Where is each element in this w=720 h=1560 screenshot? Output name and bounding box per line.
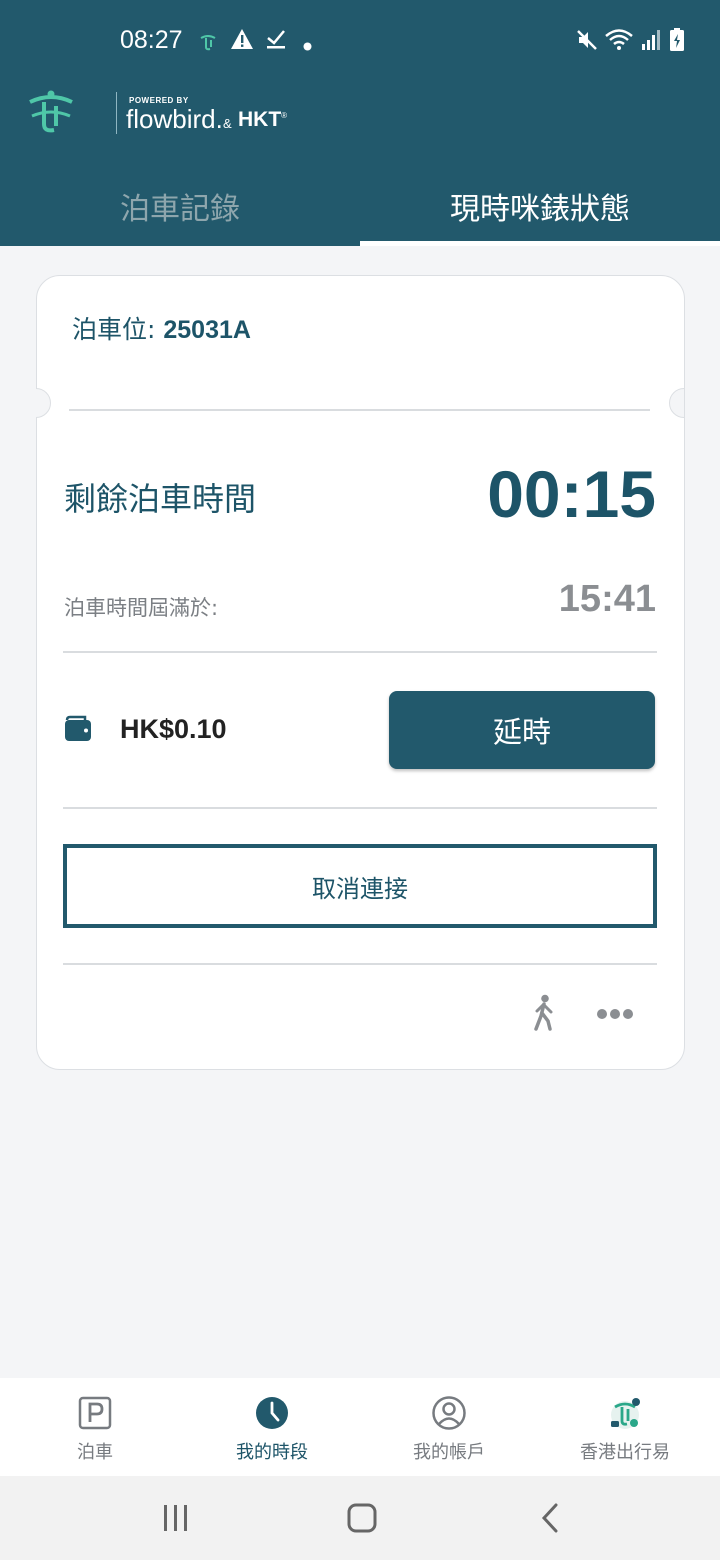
nav-label-parking: 泊車 bbox=[77, 1442, 113, 1463]
flowbird-emblem-icon bbox=[26, 90, 76, 140]
brand-divider bbox=[116, 92, 117, 134]
warning-icon bbox=[230, 28, 254, 54]
wifi-icon bbox=[604, 28, 634, 56]
brand-amp: & bbox=[223, 116, 232, 131]
card-divider bbox=[69, 409, 650, 411]
card-divider bbox=[63, 651, 657, 653]
app-notification-icon bbox=[198, 32, 218, 56]
walk-icon[interactable] bbox=[530, 994, 558, 1036]
brand-logo: POWERED BY flowbird. & HKT® bbox=[26, 90, 326, 140]
nav-item-hk-mobility[interactable]: 香港出行易 bbox=[535, 1378, 715, 1476]
active-tab-indicator bbox=[360, 241, 720, 246]
system-navigation-bar bbox=[0, 1476, 720, 1560]
bottom-navigation: 泊車 我的時段 我的帳戶 香港出行易 bbox=[0, 1378, 720, 1476]
parking-spot-label: 泊車位: bbox=[72, 315, 164, 344]
disconnect-button[interactable]: 取消連接 bbox=[63, 844, 657, 928]
download-done-icon bbox=[265, 28, 287, 54]
mute-icon bbox=[575, 28, 599, 56]
nav-label-my-account: 我的帳戶 bbox=[413, 1442, 485, 1463]
app-header: 08:27 POWERED BY flowbird. & HKT® 泊車記錄 現… bbox=[0, 0, 720, 246]
expiry-time-label: 泊車時間屆滿於: bbox=[64, 596, 219, 620]
remaining-time-label: 剩餘泊車時間 bbox=[64, 480, 257, 518]
tab-parking-history[interactable]: 泊車記錄 bbox=[0, 166, 360, 246]
tab-current-meter-status[interactable]: 現時咪錶狀態 bbox=[360, 166, 720, 246]
parking-spot-value: 25031A bbox=[163, 316, 251, 344]
parking-spot: 泊車位: 25031A bbox=[72, 310, 251, 346]
tab-bar: 泊車記錄 現時咪錶狀態 bbox=[0, 166, 720, 246]
home-icon[interactable] bbox=[347, 1503, 377, 1537]
expiry-time-value: 15:41 bbox=[558, 578, 656, 620]
wallet-icon bbox=[64, 714, 92, 746]
remaining-time-value: 00:15 bbox=[487, 457, 656, 531]
status-time: 08:27 bbox=[120, 26, 183, 54]
balance-amount: HK$0.10 bbox=[120, 714, 227, 744]
back-icon[interactable] bbox=[540, 1503, 560, 1537]
nav-item-parking[interactable]: 泊車 bbox=[5, 1378, 185, 1476]
status-bar: 08:27 bbox=[0, 0, 720, 84]
card-notch-left bbox=[36, 388, 51, 418]
extend-time-button[interactable]: 延時 bbox=[389, 691, 655, 769]
parking-session-card bbox=[36, 275, 685, 1070]
hk-mobility-icon bbox=[607, 1395, 643, 1431]
account-icon bbox=[431, 1395, 467, 1431]
nav-item-my-account[interactable]: 我的帳戶 bbox=[359, 1378, 539, 1476]
signal-icon bbox=[640, 28, 662, 56]
dot-icon bbox=[303, 36, 312, 55]
card-divider bbox=[63, 963, 657, 965]
recent-apps-icon[interactable] bbox=[162, 1503, 190, 1537]
nav-label-my-sessions: 我的時段 bbox=[236, 1442, 308, 1463]
parking-icon bbox=[77, 1395, 113, 1431]
card-divider bbox=[63, 807, 657, 809]
nav-item-my-sessions[interactable]: 我的時段 bbox=[182, 1378, 362, 1476]
clock-icon bbox=[254, 1395, 290, 1431]
more-options-icon[interactable] bbox=[596, 1006, 634, 1025]
brand-name: flowbird. bbox=[126, 104, 223, 134]
brand-partner: HKT® bbox=[238, 108, 288, 131]
nav-label-hk-mobility: 香港出行易 bbox=[580, 1442, 670, 1463]
battery-icon bbox=[669, 28, 685, 56]
